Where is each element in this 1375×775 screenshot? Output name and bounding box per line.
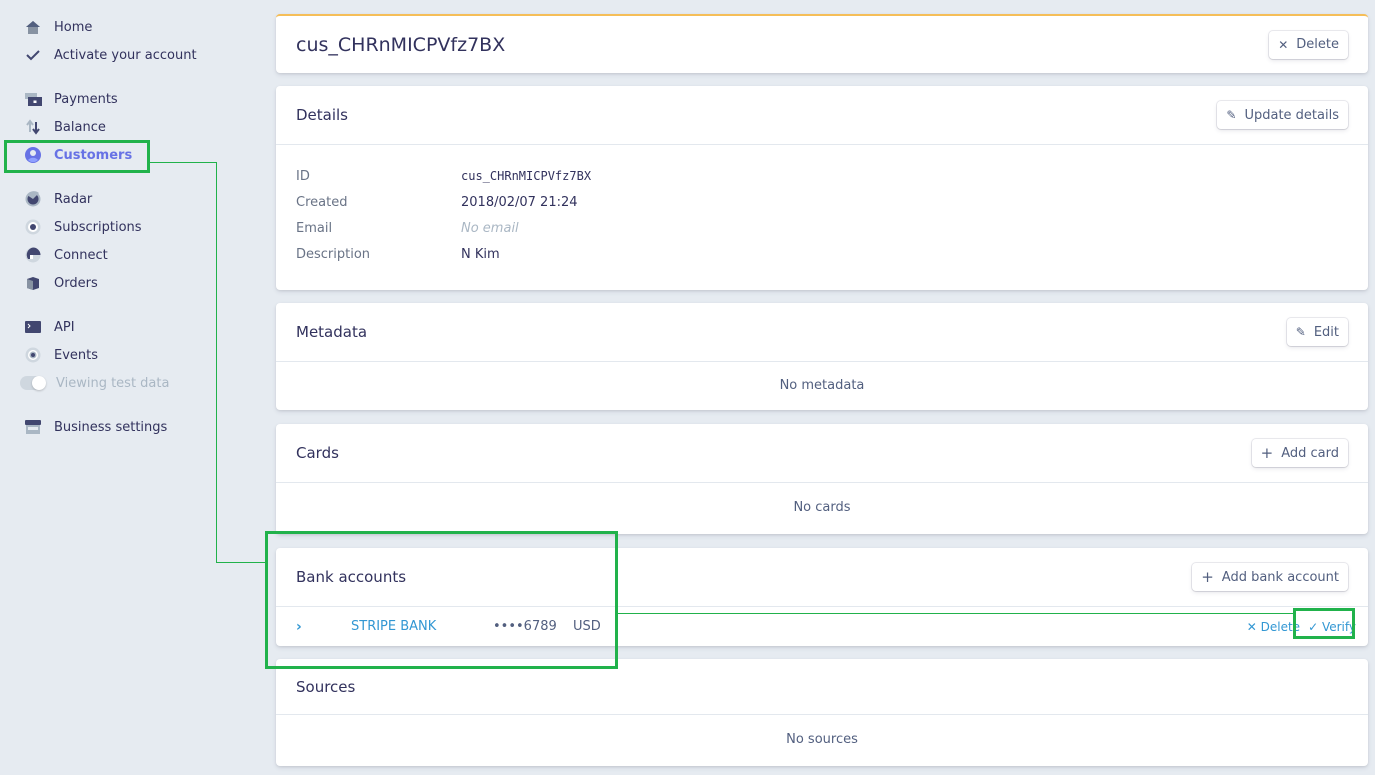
detail-row-id: ID cus_CHRnMICPVfz7BX: [296, 168, 592, 184]
sidebar-item-connect[interactable]: Connect: [24, 243, 108, 267]
chevron-right-icon[interactable]: ›: [296, 619, 351, 635]
business-icon: [24, 418, 42, 436]
sidebar-item-payments[interactable]: Payments: [24, 87, 118, 111]
subscriptions-icon: [24, 218, 42, 236]
events-icon: [24, 346, 42, 364]
home-icon: [24, 18, 42, 36]
sidebar-item-label: Radar: [54, 191, 93, 207]
customers-icon: [24, 146, 42, 164]
toggle-icon[interactable]: [20, 376, 46, 390]
details-card: Details ✎ Update details ID cus_CHRnMICP…: [276, 86, 1368, 290]
bank-accounts-card: Bank accounts + Add bank account › STRIP…: [276, 548, 1368, 646]
sidebar: Home Activate your account Payments Bala…: [0, 0, 260, 775]
verify-bank-account-link[interactable]: ✓ Verify: [1308, 620, 1356, 634]
close-icon: ✕: [1278, 37, 1289, 52]
sidebar-item-label: Events: [54, 347, 99, 363]
cards-empty: No cards: [793, 500, 851, 515]
check-icon: [24, 46, 42, 64]
detail-row-description: Description N Kim: [296, 246, 500, 262]
connect-icon: [24, 246, 42, 264]
sidebar-item-balance[interactable]: Balance: [24, 115, 106, 139]
sidebar-item-label: API: [54, 319, 75, 335]
sidebar-item-events[interactable]: Events: [24, 343, 98, 367]
delete-customer-button[interactable]: ✕ Delete: [1269, 30, 1348, 59]
check-icon: ✓: [1308, 619, 1319, 634]
pencil-icon: ✎: [1226, 108, 1237, 122]
sidebar-item-label: Subscriptions: [54, 219, 142, 235]
balance-icon: [24, 118, 42, 136]
sidebar-item-business-settings[interactable]: Business settings: [24, 415, 167, 439]
sources-title: Sources: [296, 677, 356, 696]
detail-row-created: Created 2018/02/07 21:24: [296, 194, 578, 210]
sidebar-item-label: Payments: [54, 91, 118, 107]
bank-name[interactable]: STRIPE BANK: [351, 619, 493, 634]
sidebar-item-label: Customers: [54, 147, 133, 163]
sidebar-item-home[interactable]: Home: [24, 15, 92, 39]
close-icon: ✕: [1246, 619, 1257, 634]
sidebar-item-subscriptions[interactable]: Subscriptions: [24, 215, 142, 239]
payments-icon: [24, 90, 42, 108]
plus-icon: +: [1201, 568, 1214, 586]
sidebar-item-customers[interactable]: Customers: [24, 143, 132, 167]
sidebar-item-label: Activate your account: [54, 47, 197, 63]
sidebar-item-label: Home: [54, 19, 93, 35]
metadata-card: Metadata ✎ Edit No metadata: [276, 303, 1368, 410]
sidebar-item-radar[interactable]: Radar: [24, 187, 92, 211]
sidebar-item-label: Business settings: [54, 419, 168, 435]
page-title: cus_CHRnMICPVfz7BX: [296, 33, 506, 56]
sidebar-item-test-data-toggle[interactable]: Viewing test data: [20, 371, 170, 395]
sidebar-item-activate[interactable]: Activate your account: [24, 43, 197, 67]
sidebar-item-orders[interactable]: Orders: [24, 271, 98, 295]
customer-header-card: cus_CHRnMICPVfz7BX ✕ Delete: [276, 14, 1368, 73]
delete-bank-account-link[interactable]: ✕ Delete: [1247, 620, 1300, 634]
sidebar-item-label: Connect: [54, 247, 108, 263]
sources-empty: No sources: [786, 732, 858, 747]
sidebar-item-api[interactable]: API: [24, 315, 75, 339]
sidebar-item-label: Orders: [54, 275, 98, 291]
cards-title: Cards: [296, 444, 339, 462]
details-title: Details: [296, 106, 349, 124]
sidebar-item-label: Viewing test data: [56, 375, 170, 391]
detail-row-email: Email No email: [296, 220, 519, 236]
bank-account-row[interactable]: › STRIPE BANK ••••6789 USD ✕ Delete ✓ Ve…: [276, 607, 1368, 646]
orders-icon: [24, 274, 42, 292]
account-last4: ••••6789: [493, 619, 557, 634]
metadata-empty: No metadata: [779, 378, 865, 393]
pencil-icon: ✎: [1295, 325, 1306, 339]
radar-icon: [24, 190, 42, 208]
add-card-button[interactable]: + Add card: [1251, 439, 1348, 467]
cards-card: Cards + Add card No cards: [276, 424, 1368, 534]
sources-card: Sources No sources: [276, 659, 1368, 766]
api-icon: [24, 318, 42, 336]
metadata-title: Metadata: [296, 323, 368, 341]
update-details-button[interactable]: ✎ Update details: [1217, 101, 1348, 129]
details-list: ID cus_CHRnMICPVfz7BX Created 2018/02/07…: [276, 145, 1368, 267]
add-bank-account-button[interactable]: + Add bank account: [1192, 563, 1348, 591]
sidebar-item-label: Balance: [54, 119, 106, 135]
edit-metadata-button[interactable]: ✎ Edit: [1286, 318, 1348, 346]
plus-icon: +: [1260, 444, 1274, 462]
bank-accounts-title: Bank accounts: [296, 568, 407, 586]
account-currency: USD: [573, 619, 601, 634]
